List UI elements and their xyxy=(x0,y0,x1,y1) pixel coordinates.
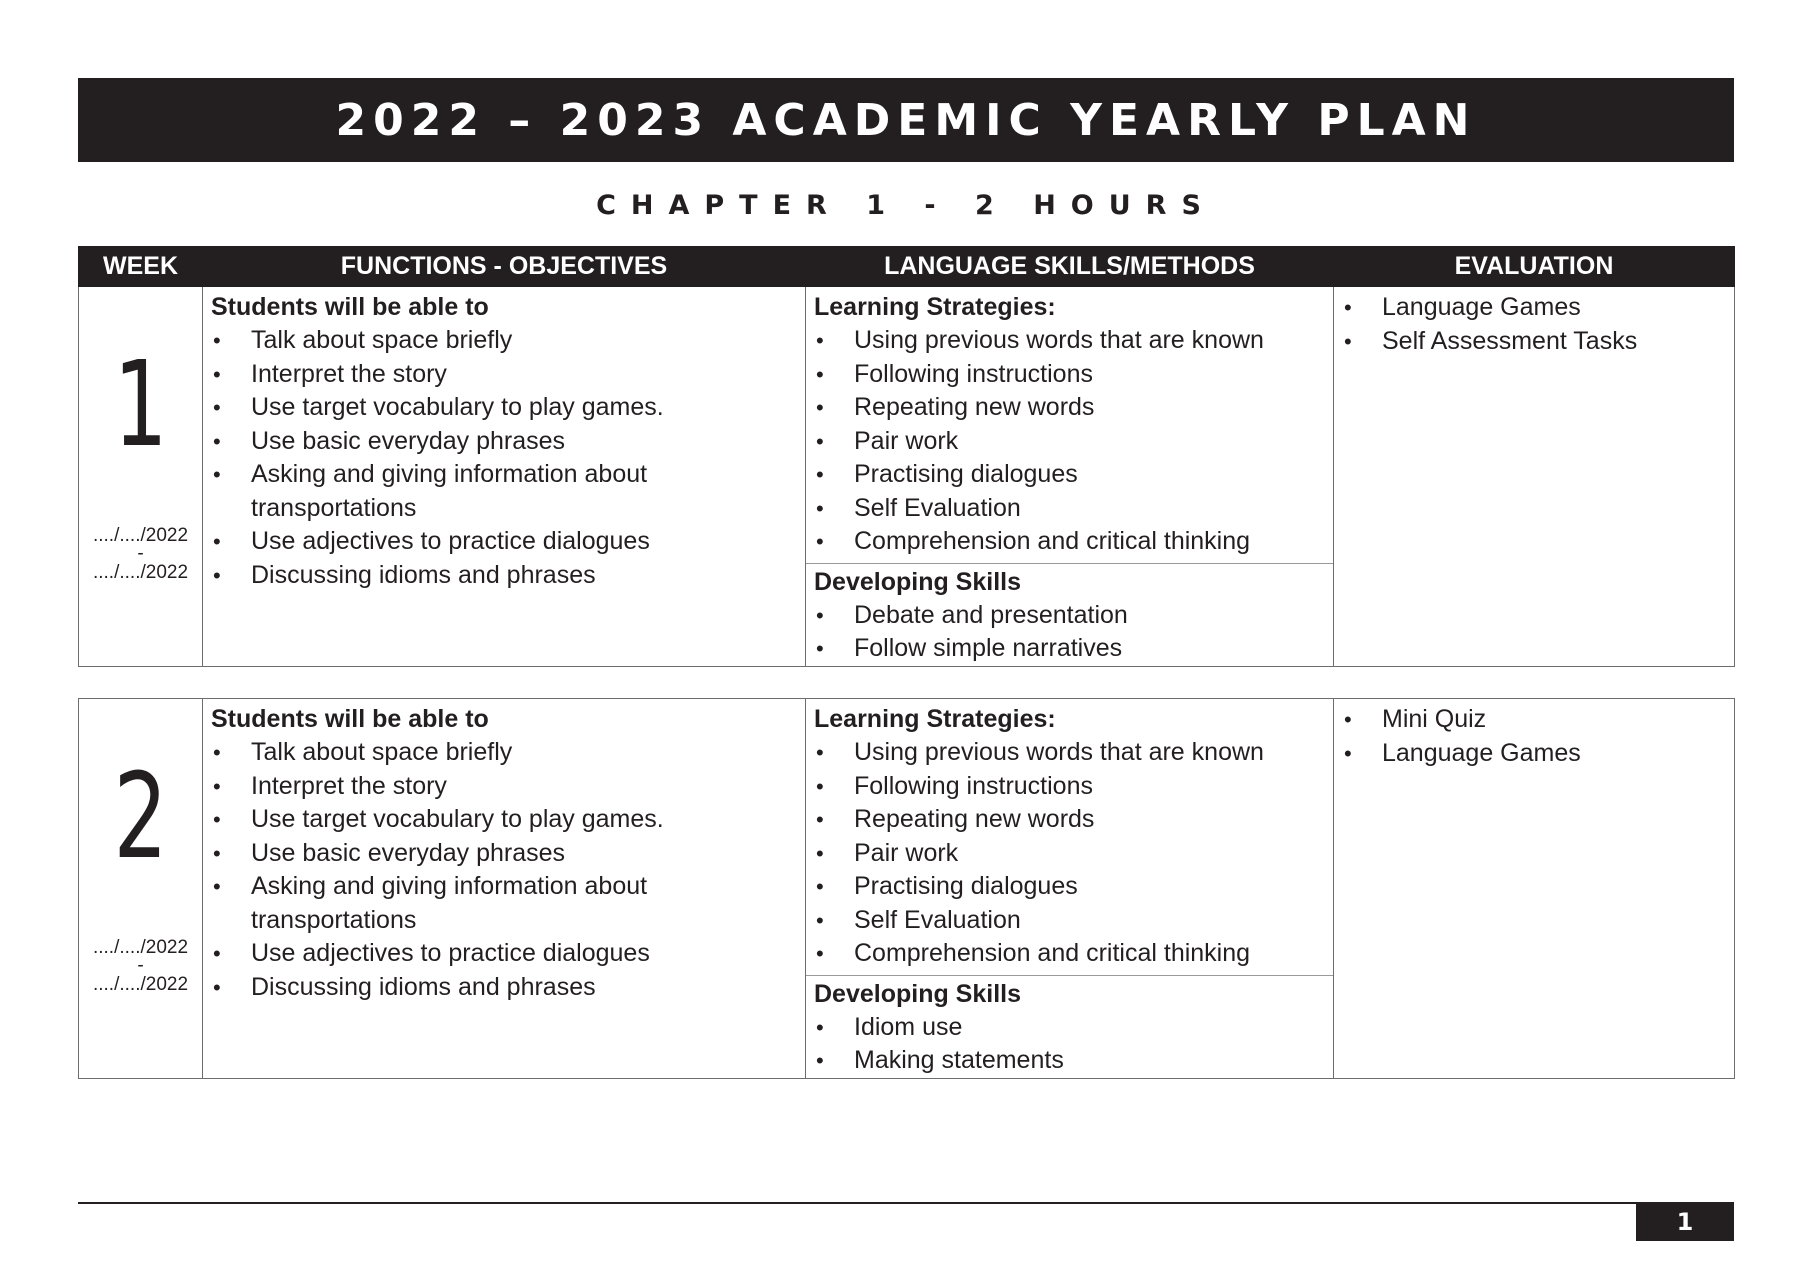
strategies-heading: Learning Strategies: xyxy=(814,293,1056,321)
objectives-heading: Students will be able to xyxy=(211,293,489,321)
strategies-list: Using previous words that are known Foll… xyxy=(814,324,1325,559)
column-header-evaluation: EVALUATION xyxy=(1333,246,1735,287)
column-header-week: WEEK xyxy=(78,246,203,287)
developing-heading: Developing Skills xyxy=(814,567,1022,596)
column-header-skills: LANGUAGE SKILLS/METHODS xyxy=(805,246,1334,287)
strategies-list: Using previous words that are known Foll… xyxy=(814,736,1325,971)
list-item: Asking and giving information about tran… xyxy=(211,870,797,937)
page-number: 1 xyxy=(1636,1203,1734,1241)
strategies-heading: Learning Strategies: xyxy=(814,705,1056,733)
week-cell: 2 ..../..../2022 - ..../..../2022 xyxy=(78,698,203,1079)
table-header-row: WEEK FUNCTIONS - OBJECTIVES LANGUAGE SKI… xyxy=(78,246,1735,287)
list-item: Language Games xyxy=(1342,737,1726,771)
list-item: Using previous words that are known xyxy=(814,324,1325,358)
list-item: Self Assessment Tasks xyxy=(1342,325,1726,359)
list-item: Self Evaluation xyxy=(814,492,1325,526)
list-item: Practising dialogues xyxy=(814,458,1325,492)
list-item: Discussing idioms and phrases xyxy=(211,559,797,593)
footer-divider xyxy=(78,1202,1734,1204)
week-number: 1 xyxy=(113,335,168,473)
week-2-table: 2 ..../..../2022 - ..../..../2022 Studen… xyxy=(78,698,1735,1079)
objectives-cell: Students will be able to Talk about spac… xyxy=(202,286,806,667)
date-end: ..../..../2022 xyxy=(92,974,189,995)
list-item: Use adjectives to practice dialogues xyxy=(211,937,797,971)
list-item: Debate and presentation xyxy=(814,599,1325,633)
list-item: Comprehension and critical thinking xyxy=(814,525,1325,559)
list-item: Comprehension and critical thinking xyxy=(814,937,1325,971)
list-item: Follow simple narratives xyxy=(814,632,1325,666)
week-cell: 1 ..../..../2022 - ..../..../2022 xyxy=(78,286,203,667)
list-item: Use adjectives to practice dialogues xyxy=(211,525,797,559)
list-item: Interpret the story xyxy=(211,358,797,392)
list-item: Interpret the story xyxy=(211,770,797,804)
date-separator: - xyxy=(137,543,144,564)
objectives-cell: Students will be able to Talk about spac… xyxy=(202,698,806,1079)
objectives-list: Talk about space briefly Interpret the s… xyxy=(211,736,797,1004)
evaluation-list: Mini Quiz Language Games xyxy=(1342,703,1726,770)
list-item: Pair work xyxy=(814,425,1325,459)
list-item: Idiom use xyxy=(814,1011,1325,1045)
developing-skills-section: Developing Skills Debate and presentatio… xyxy=(806,562,1333,666)
list-item: Use target vocabulary to play games. xyxy=(211,803,797,837)
page-title: 2022 – 2023 ACADEMIC YEARLY PLAN xyxy=(78,78,1734,162)
list-item: Use basic everyday phrases xyxy=(211,425,797,459)
list-item: Language Games xyxy=(1342,291,1726,325)
week-number: 2 xyxy=(113,747,168,885)
skills-cell: Learning Strategies: Using previous word… xyxy=(805,698,1334,1079)
list-item: Following instructions xyxy=(814,770,1325,804)
evaluation-cell: Mini Quiz Language Games xyxy=(1333,698,1735,1079)
developing-list: Idiom use Making statements xyxy=(814,1011,1325,1078)
table-row: 2 ..../..../2022 - ..../..../2022 Studen… xyxy=(78,698,1735,1079)
list-item: Use basic everyday phrases xyxy=(211,837,797,871)
list-item: Repeating new words xyxy=(814,391,1325,425)
list-item: Asking and giving information about tran… xyxy=(211,458,797,525)
list-item: Use target vocabulary to play games. xyxy=(211,391,797,425)
list-item: Using previous words that are known xyxy=(814,736,1325,770)
date-separator: - xyxy=(137,955,144,976)
developing-heading: Developing Skills xyxy=(814,979,1022,1008)
evaluation-list: Language Games Self Assessment Tasks xyxy=(1342,291,1726,358)
list-item: Repeating new words xyxy=(814,803,1325,837)
developing-list: Debate and presentation Follow simple na… xyxy=(814,599,1325,666)
skills-cell: Learning Strategies: Using previous word… xyxy=(805,286,1334,667)
list-item: Talk about space briefly xyxy=(211,736,797,770)
column-header-objectives: FUNCTIONS - OBJECTIVES xyxy=(202,246,806,287)
developing-skills-section: Developing Skills Idiom use Making state… xyxy=(806,974,1333,1078)
list-item: Discussing idioms and phrases xyxy=(211,971,797,1005)
week-date-range: ..../..../2022 - ..../..../2022 xyxy=(79,935,202,997)
evaluation-cell: Language Games Self Assessment Tasks xyxy=(1333,286,1735,667)
chapter-subtitle: CHAPTER 1 - 2 HOURS xyxy=(596,190,1216,221)
objectives-heading: Students will be able to xyxy=(211,705,489,733)
list-item: Talk about space briefly xyxy=(211,324,797,358)
list-item: Making statements xyxy=(814,1044,1325,1078)
objectives-list: Talk about space briefly Interpret the s… xyxy=(211,324,797,592)
date-end: ..../..../2022 xyxy=(92,562,189,583)
list-item: Self Evaluation xyxy=(814,904,1325,938)
list-item: Practising dialogues xyxy=(814,870,1325,904)
list-item: Pair work xyxy=(814,837,1325,871)
week-1-table: WEEK FUNCTIONS - OBJECTIVES LANGUAGE SKI… xyxy=(78,246,1735,667)
week-date-range: ..../..../2022 - ..../..../2022 xyxy=(79,523,202,585)
list-item: Following instructions xyxy=(814,358,1325,392)
list-item: Mini Quiz xyxy=(1342,703,1726,737)
table-row: 1 ..../..../2022 - ..../..../2022 Studen… xyxy=(78,286,1735,667)
